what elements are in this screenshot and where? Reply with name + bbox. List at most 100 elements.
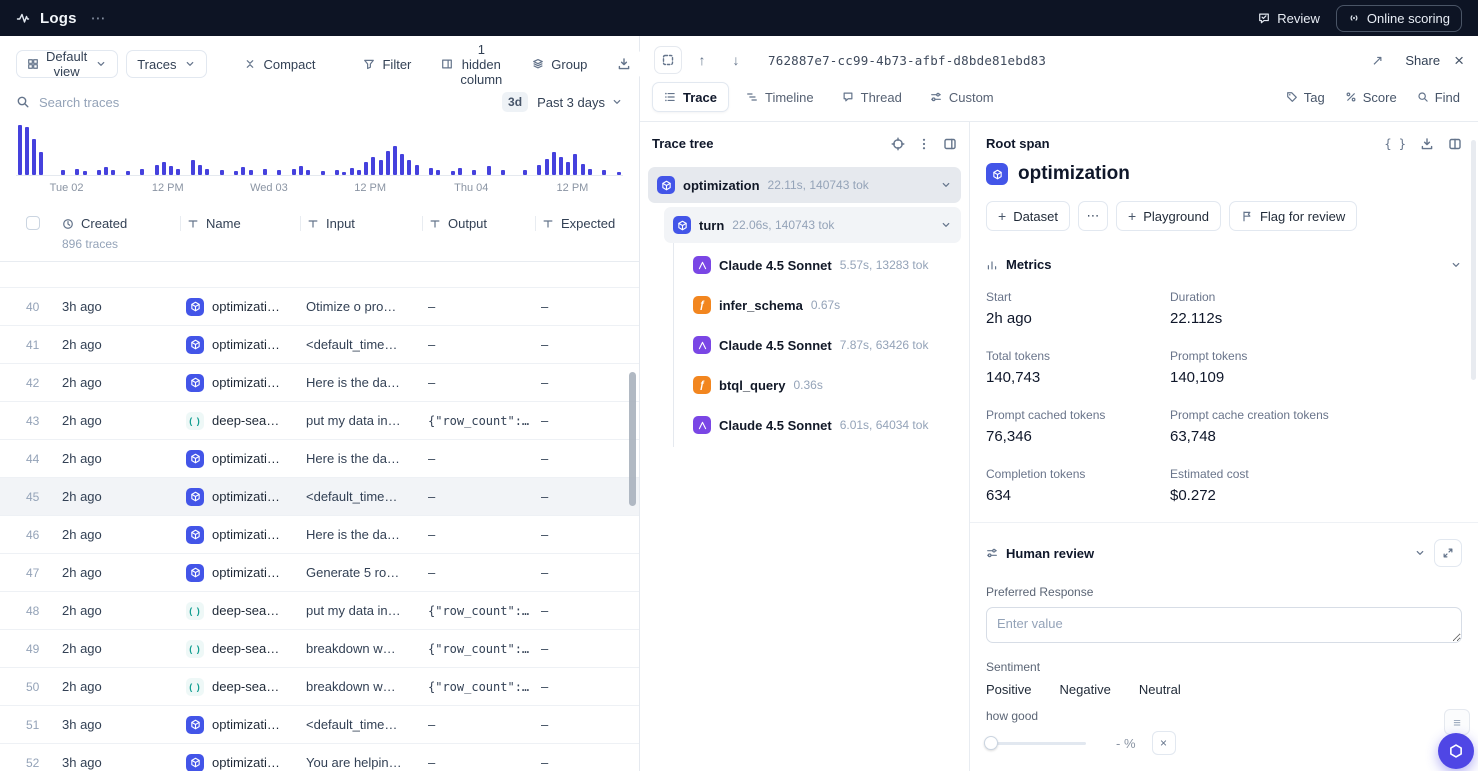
search-input[interactable] [39, 95, 493, 110]
broadcast-icon [1348, 12, 1360, 24]
cell-output: – [422, 565, 535, 580]
download-icon [617, 57, 631, 71]
tab-trace[interactable]: Trace [652, 82, 729, 112]
cell-input: Generate 5 ro… [300, 565, 422, 580]
table-row[interactable]: 502h ago( )deep-sea…breakdown w…{"row_co… [0, 668, 639, 706]
sentiment-positive[interactable]: Positive [986, 682, 1032, 697]
find-button[interactable]: Find [1417, 90, 1460, 105]
panel-toggle-icon[interactable] [943, 137, 957, 151]
trace-tree-node[interactable]: ƒinfer_schema0.67s [684, 287, 961, 323]
score-button[interactable]: Score [1345, 90, 1397, 105]
header-name[interactable]: Name [206, 216, 241, 231]
add-to-dataset-button[interactable]: +Dataset [986, 201, 1070, 231]
side-drawer-handle[interactable]: ≡ [1444, 709, 1470, 735]
header-input[interactable]: Input [326, 216, 355, 231]
table-row[interactable]: 442h agooptimizati…Here is the da…–– [0, 440, 639, 478]
app-logo-icon[interactable] [16, 11, 30, 25]
header-created[interactable]: Created [81, 216, 127, 231]
cell-input: <default_time… [300, 489, 422, 504]
chevron-down-icon[interactable] [1414, 547, 1426, 559]
histogram-bar [427, 168, 434, 175]
histogram-bar [500, 170, 507, 175]
header-output[interactable]: Output [448, 216, 487, 231]
table-row[interactable]: 492h ago( )deep-sea…breakdown w…{"row_co… [0, 630, 639, 668]
tab-thread[interactable]: Thread [831, 82, 913, 112]
slider-knob[interactable] [984, 736, 998, 750]
histogram-bar [298, 166, 305, 175]
trace-tree-node[interactable]: ƒbtql_query0.36s [684, 367, 961, 403]
vertical-scrollbar[interactable] [629, 372, 636, 506]
node-meta: 22.11s, 140743 tok [768, 178, 869, 192]
table-row[interactable]: 412h agooptimizati…<default_time…–– [0, 326, 639, 364]
cell-name: optimizati… [180, 754, 300, 771]
select-all-checkbox[interactable] [26, 216, 40, 230]
trace-tree-node[interactable]: Claude 4.5 Sonnet7.87s, 63426 tok [684, 327, 961, 363]
close-button[interactable]: × [1454, 52, 1464, 69]
vertical-scrollbar[interactable] [1471, 140, 1476, 380]
table-row[interactable]: 403h agooptimizati…Otimize o pro…–– [0, 288, 639, 326]
crosshair-icon[interactable] [891, 137, 905, 151]
previous-trace-button[interactable]: ↑ [688, 46, 716, 74]
traces-histogram[interactable]: Tue 02 12 PM Wed 03 12 PM Thu 04 12 PM [0, 122, 639, 200]
tab-custom[interactable]: Custom [919, 82, 1005, 112]
chevron-down-icon[interactable] [940, 219, 952, 231]
hidden-columns-button[interactable]: 1 hidden column [430, 50, 513, 78]
online-scoring-button[interactable]: Online scoring [1336, 5, 1462, 32]
flag-for-review-button[interactable]: Flag for review [1229, 201, 1357, 231]
download-icon[interactable] [1420, 137, 1434, 151]
split-columns-icon[interactable] [1448, 137, 1462, 151]
sentiment-negative[interactable]: Negative [1060, 682, 1111, 697]
histogram-bar [391, 146, 398, 175]
assistant-fab-button[interactable] [1438, 733, 1474, 769]
trace-tree-node[interactable]: optimization22.11s, 140743 tok [648, 167, 961, 203]
chevron-down-icon[interactable] [940, 179, 952, 191]
more-menu-icon[interactable]: ⋯ [87, 9, 110, 27]
view-selector[interactable]: Default view [16, 50, 118, 78]
trace-tree-node[interactable]: Claude 4.5 Sonnet5.57s, 13283 tok [684, 247, 961, 283]
focus-mode-button[interactable] [654, 46, 682, 74]
task-icon [986, 163, 1008, 185]
row-number: 50 [0, 680, 60, 694]
more-actions-button[interactable]: ⋯ [1078, 201, 1108, 231]
header-expected[interactable]: Expected [561, 216, 615, 231]
time-range-selector[interactable]: Past 3 days [537, 95, 623, 110]
preferred-response-input[interactable] [986, 607, 1462, 643]
trace-id[interactable]: 762887e7-cc99-4b73-afbf-d8bde81ebd83 [768, 53, 1046, 68]
table-row[interactable]: 523h agooptimizati…You are helpin…–– [0, 744, 639, 771]
table-row[interactable]: 482h ago( )deep-sea…put my data in…{"row… [0, 592, 639, 630]
table-row[interactable]: 452h agooptimizati…<default_time…–– [0, 478, 639, 516]
trace-tree-node[interactable]: turn22.06s, 140743 tok [664, 207, 961, 243]
group-button[interactable]: Group [521, 50, 598, 78]
table-row[interactable]: 513h agooptimizati…<default_time…–– [0, 706, 639, 744]
score-slider[interactable] [986, 742, 1086, 745]
table-row[interactable]: 462h agooptimizati…Here is the da…–– [0, 516, 639, 554]
review-button[interactable]: Review [1258, 11, 1320, 26]
share-button[interactable]: Share [1405, 53, 1440, 68]
table-row[interactable]: 422h agooptimizati…Here is the da…–– [0, 364, 639, 402]
trace-tree-node[interactable]: Claude 4.5 Sonnet6.01s, 64034 tok [684, 407, 961, 443]
axis-tick: Tue 02 [16, 182, 117, 194]
table-row[interactable]: 432h ago( )deep-sea…put my data in…{"row… [0, 402, 639, 440]
open-in-new-button[interactable]: ↗ [1363, 46, 1391, 74]
cell-input: put my data in… [300, 413, 422, 428]
filter-button[interactable]: Filter [352, 50, 422, 78]
slider-value: - % [1116, 736, 1136, 751]
bar-chart-icon [986, 259, 998, 271]
tag-button[interactable]: Tag [1286, 90, 1325, 105]
compact-toggle[interactable]: Compact [233, 50, 326, 78]
open-in-playground-button[interactable]: +Playground [1116, 201, 1221, 231]
chevron-down-icon[interactable] [1450, 259, 1462, 271]
clear-score-button[interactable]: × [1152, 731, 1176, 755]
export-button[interactable] [606, 50, 642, 78]
histogram-bar [103, 167, 110, 175]
source-selector[interactable]: Traces [126, 50, 207, 78]
tab-timeline[interactable]: Timeline [735, 82, 825, 112]
human-review-section: Human review Preferred Response Sentimen… [970, 522, 1478, 771]
sentiment-neutral[interactable]: Neutral [1139, 682, 1181, 697]
expand-review-button[interactable] [1434, 539, 1462, 567]
next-trace-button[interactable]: ↓ [722, 46, 750, 74]
kebab-menu-icon[interactable] [917, 137, 931, 151]
histogram-bar [557, 157, 564, 175]
table-row[interactable]: 472h agooptimizati…Generate 5 ro…–– [0, 554, 639, 592]
json-view-icon[interactable]: { } [1384, 137, 1406, 151]
